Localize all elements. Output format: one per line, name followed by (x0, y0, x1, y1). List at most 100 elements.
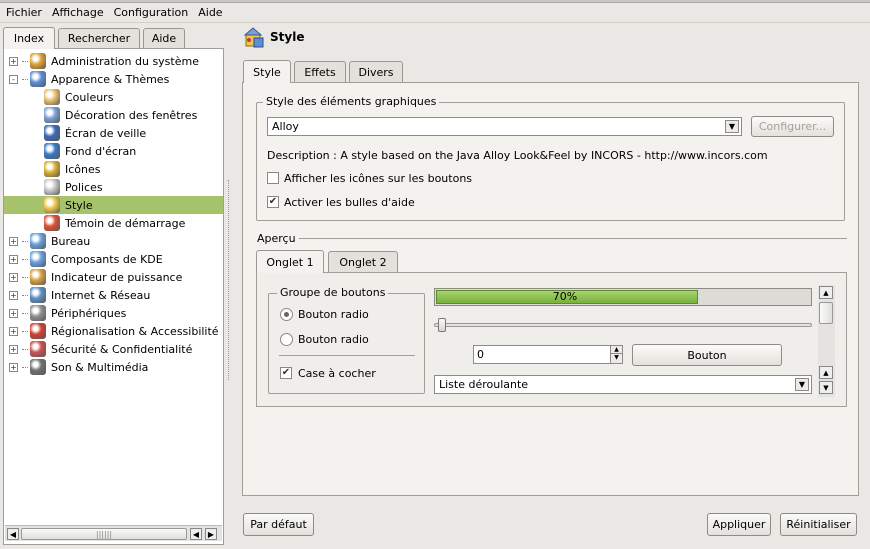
slider-track[interactable] (434, 323, 812, 327)
tree-item-label: Son & Multimédia (51, 360, 149, 374)
peripherals-icon (30, 305, 46, 321)
style-combo[interactable]: Alloy ▼ (267, 117, 742, 136)
tree-item[interactable]: Style (4, 196, 223, 214)
scroll-left-icon[interactable]: ◀ (190, 528, 202, 540)
expand-icon[interactable]: + (9, 308, 18, 318)
tree-item[interactable]: + Périphériques (4, 304, 223, 322)
vertical-scrollbar[interactable]: ▲ ▲ ▼ (818, 285, 835, 397)
spin-up-icon[interactable]: ▲ (610, 346, 622, 354)
page-title: Style (270, 30, 305, 44)
regional-icon (30, 323, 46, 339)
tab-divers[interactable]: Divers (349, 61, 403, 82)
style-tab-panel: Style des éléments graphiques Alloy ▼ Co… (242, 82, 859, 496)
tree-item[interactable]: + Son & Multimédia (4, 358, 223, 376)
fonts-icon (44, 179, 60, 195)
module-tree: + Administration du système - Apparence & T… (3, 48, 224, 545)
button-group-title: Groupe de boutons (277, 286, 389, 299)
checkmark-icon: ✔ (281, 367, 291, 378)
tree-connector (22, 276, 28, 278)
tab-effets[interactable]: Effets (294, 61, 346, 82)
expand-icon[interactable]: + (9, 254, 18, 264)
horizontal-scrollbar[interactable]: ◀ |||||| ◀ ▶ (5, 525, 222, 541)
defaults-button[interactable]: Par défaut (243, 513, 314, 536)
tree-item[interactable]: Écran de veille (4, 124, 223, 142)
tree-item[interactable]: + Sécurité & Confidentialité (4, 340, 223, 358)
tree-item[interactable]: + Régionalisation & Accessibilité (4, 322, 223, 340)
tree-item-label: Administration du système (51, 54, 199, 68)
tooltips-checkbox[interactable]: ✔ (267, 196, 279, 208)
preview-button[interactable]: Bouton (632, 344, 782, 366)
desktop-icon (30, 233, 46, 249)
collapse-icon[interactable]: - (9, 74, 18, 84)
tree-item-label: Style (65, 198, 93, 212)
tree-item[interactable]: + Administration du système (4, 52, 223, 70)
tab-style[interactable]: Style (243, 60, 291, 83)
tree-item-label: Périphériques (51, 306, 127, 320)
tab-index[interactable]: Index (3, 27, 55, 49)
tree-item[interactable]: Décoration des fenêtres (4, 106, 223, 124)
tree-item[interactable]: + Internet & Réseau (4, 286, 223, 304)
radio-button-1[interactable] (280, 308, 293, 321)
tree-item[interactable]: Témoin de démarrage (4, 214, 223, 232)
spin-box[interactable]: 0 ▲ ▼ (473, 345, 623, 364)
style-icon (243, 26, 265, 48)
radio-dot-icon (284, 312, 289, 317)
tree-item-label: Indicateur de puissance (51, 270, 183, 284)
progress-text: 70% (552, 290, 578, 303)
expand-icon[interactable]: + (9, 272, 18, 282)
menu-fichier[interactable]: Fichier (6, 6, 42, 19)
scroll-right-icon[interactable]: ▶ (205, 528, 217, 540)
tree-item-label: Icônes (65, 162, 101, 176)
expand-icon[interactable]: + (9, 56, 18, 66)
apply-button[interactable]: Appliquer (707, 513, 771, 536)
scroll-thumb[interactable]: |||||| (21, 528, 187, 540)
expand-icon[interactable]: + (9, 236, 18, 246)
menu-configuration[interactable]: Configuration (114, 6, 189, 19)
tree-item[interactable]: Polices (4, 178, 223, 196)
spin-down-icon[interactable]: ▼ (610, 354, 622, 363)
colors-icon (44, 89, 60, 105)
scroll-up-icon[interactable]: ▲ (819, 366, 833, 379)
admin-icon (30, 53, 46, 69)
expand-icon[interactable]: + (9, 326, 18, 336)
tree-list: + Administration du système - Apparence & T… (4, 52, 223, 522)
tree-item-label: Bureau (51, 234, 91, 248)
appearance-icon (30, 71, 46, 87)
tree-item[interactable]: Couleurs (4, 88, 223, 106)
expand-icon[interactable]: + (9, 362, 18, 372)
power-icon (30, 269, 46, 285)
scroll-down-icon[interactable]: ▼ (819, 381, 833, 394)
tree-item-label: Composants de KDE (51, 252, 163, 266)
show-icons-checkbox[interactable] (267, 172, 279, 184)
expand-icon[interactable]: + (9, 290, 18, 300)
splash-icon (44, 215, 60, 231)
tree-item[interactable]: + Bureau (4, 232, 223, 250)
splitter-handle[interactable] (228, 180, 231, 380)
scroll-up-icon[interactable]: ▲ (819, 286, 833, 299)
tab-onglet-2[interactable]: Onglet 2 (328, 251, 398, 272)
preview-panel: Groupe de boutons Bouton radio Bouton ra… (256, 272, 847, 407)
tree-item[interactable]: + Composants de KDE (4, 250, 223, 268)
preview-checkbox[interactable]: ✔ (280, 367, 292, 379)
tab-onglet-1[interactable]: Onglet 1 (256, 250, 324, 273)
slider-handle[interactable] (438, 318, 446, 332)
tab-rechercher[interactable]: Rechercher (58, 28, 140, 48)
preview-dropdown[interactable]: Liste déroulante ▼ (434, 375, 812, 394)
scroll-left-icon[interactable]: ◀ (7, 528, 19, 540)
checkmark-icon: ✔ (268, 196, 278, 207)
scroll-thumb[interactable] (819, 302, 833, 324)
tree-connector (22, 258, 28, 260)
menu-affichage[interactable]: Affichage (52, 6, 104, 19)
tree-item[interactable]: - Apparence & Thèmes (4, 70, 223, 88)
reset-button[interactable]: Réinitialiser (780, 513, 857, 536)
radio-button-2[interactable] (280, 333, 293, 346)
expand-icon[interactable]: + (9, 344, 18, 354)
configure-button[interactable]: Configurer... (751, 116, 834, 137)
menu-aide[interactable]: Aide (198, 6, 222, 19)
preview-checkbox-label: Case à cocher (298, 367, 376, 380)
tree-item[interactable]: Icônes (4, 160, 223, 178)
tree-item[interactable]: + Indicateur de puissance (4, 268, 223, 286)
tab-aide[interactable]: Aide (143, 28, 185, 48)
tree-item-label: Régionalisation & Accessibilité (51, 324, 219, 338)
tree-item[interactable]: Fond d'écran (4, 142, 223, 160)
